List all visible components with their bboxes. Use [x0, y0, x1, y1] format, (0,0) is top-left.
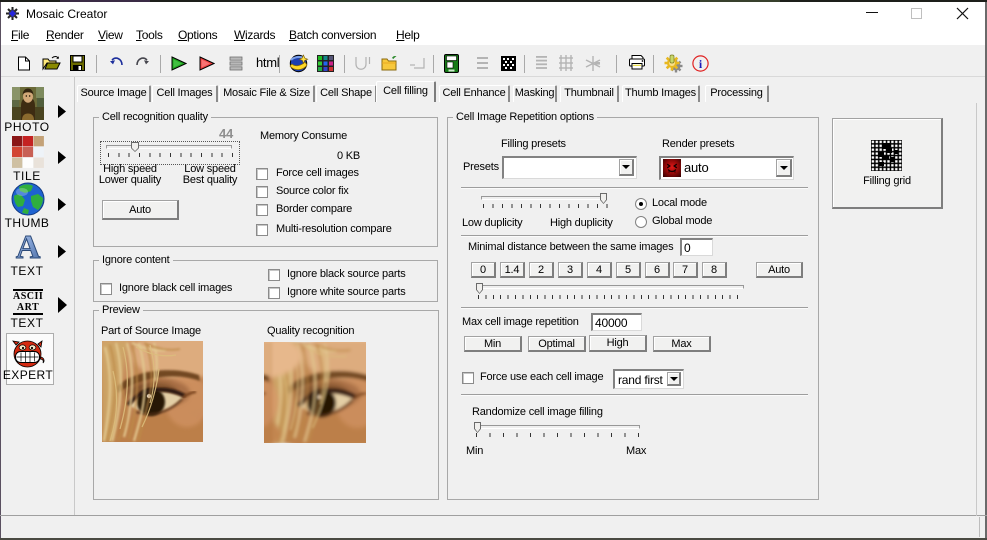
- svg-text:i: i: [699, 57, 703, 71]
- svg-text:A: A: [16, 229, 41, 262]
